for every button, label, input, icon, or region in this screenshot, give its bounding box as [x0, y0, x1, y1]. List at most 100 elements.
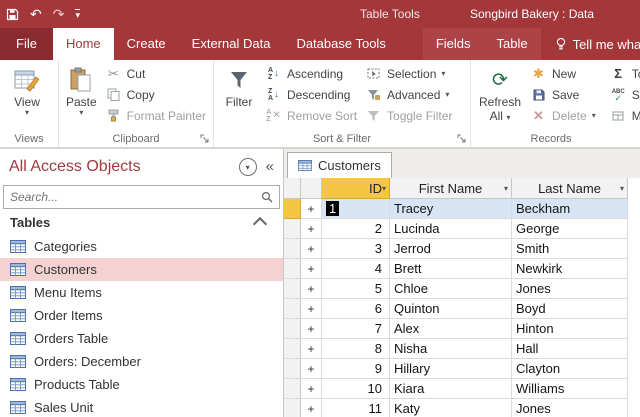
cell-first-name[interactable]: Kiara — [390, 379, 512, 399]
spelling-button[interactable]: ABC✓ Spelling — [606, 84, 640, 105]
row-selector[interactable] — [284, 219, 301, 239]
nav-pane-menu-icon[interactable]: ▾ — [239, 158, 257, 176]
clipboard-dialog-launcher-icon[interactable] — [200, 134, 210, 144]
cell-first-name[interactable]: Brett — [390, 259, 512, 279]
advanced-button[interactable]: Advanced ▾ — [361, 84, 456, 105]
cell-id[interactable]: 8 — [322, 339, 390, 359]
sidebar-item-categories[interactable]: Categories — [0, 235, 283, 258]
expand-row-button[interactable]: + — [301, 259, 322, 279]
view-button[interactable]: View ▾ — [3, 62, 51, 117]
cell-last-name[interactable]: Smith — [512, 239, 628, 259]
refresh-all-button[interactable]: ⟳ Refresh All ▾ — [474, 62, 526, 123]
customize-qat-icon[interactable]: ▾ — [75, 9, 80, 19]
cell-last-name[interactable]: Hall — [512, 339, 628, 359]
cell-id[interactable]: 11 — [322, 399, 390, 417]
cell-id[interactable]: 5 — [322, 279, 390, 299]
search-input[interactable] — [4, 190, 255, 204]
sidebar-item-products-table[interactable]: Products Table — [0, 373, 283, 396]
cell-id[interactable]: 3 — [322, 239, 390, 259]
cell-first-name[interactable]: Quinton — [390, 299, 512, 319]
expand-row-button[interactable]: + — [301, 379, 322, 399]
new-record-button[interactable]: ✱ New — [526, 63, 600, 84]
column-header-first-name[interactable]: First Name ▾ — [390, 178, 512, 199]
nav-section-tables[interactable]: Tables — [0, 209, 283, 235]
sidebar-item-sales-unit[interactable]: Sales Unit — [0, 396, 283, 417]
cell-id[interactable]: 10 — [322, 379, 390, 399]
undo-icon[interactable]: ↶ — [30, 0, 42, 28]
tab-create[interactable]: Create — [114, 28, 179, 60]
cell-last-name[interactable]: George — [512, 219, 628, 239]
sidebar-item-order-items[interactable]: Order Items — [0, 304, 283, 327]
filter-dropdown-icon[interactable]: ▾ — [620, 185, 624, 193]
expand-row-button[interactable]: + — [301, 299, 322, 319]
filter-dropdown-icon[interactable]: ▾ — [504, 185, 508, 193]
row-selector[interactable] — [284, 239, 301, 259]
document-tab-customers[interactable]: Customers — [287, 152, 392, 178]
ascending-button[interactable]: AZ↓ Ascending — [261, 63, 361, 84]
cell-last-name[interactable]: Williams — [512, 379, 628, 399]
cell-id[interactable]: 4 — [322, 259, 390, 279]
remove-sort-button[interactable]: AZ✕ Remove Sort — [261, 105, 361, 126]
cell-id[interactable]: 6 — [322, 299, 390, 319]
cell-first-name[interactable]: Tracey — [390, 199, 512, 219]
cut-button[interactable]: ✂ Cut — [101, 63, 210, 84]
row-selector[interactable] — [284, 359, 301, 379]
row-selector[interactable] — [284, 319, 301, 339]
copy-button[interactable]: Copy — [101, 84, 210, 105]
save-icon[interactable] — [6, 8, 19, 21]
cell-last-name[interactable]: Hinton — [512, 319, 628, 339]
cell-first-name[interactable]: Chloe — [390, 279, 512, 299]
collapse-pane-icon[interactable]: « — [266, 159, 274, 175]
sort-filter-dialog-launcher-icon[interactable] — [457, 134, 467, 144]
column-header-id[interactable]: ID ▾ — [322, 178, 390, 199]
row-selector[interactable] — [284, 379, 301, 399]
descending-button[interactable]: ZA↓ Descending — [261, 84, 361, 105]
tab-table[interactable]: Table — [484, 28, 541, 60]
expand-row-button[interactable]: + — [301, 359, 322, 379]
cell-last-name[interactable]: Newkirk — [512, 259, 628, 279]
tab-file[interactable]: File — [0, 28, 53, 60]
selection-button[interactable]: Selection ▾ — [361, 63, 456, 84]
tab-home[interactable]: Home — [53, 28, 114, 60]
cell-id[interactable]: 7 — [322, 319, 390, 339]
cell-first-name[interactable]: Alex — [390, 319, 512, 339]
cell-last-name[interactable]: Boyd — [512, 299, 628, 319]
expand-row-button[interactable]: + — [301, 199, 322, 219]
more-button[interactable]: More ▾ — [606, 105, 640, 126]
chevron-up-icon[interactable] — [253, 216, 267, 230]
column-header-last-name[interactable]: Last Name ▾ — [512, 178, 628, 199]
cell-id[interactable]: 1 — [322, 199, 390, 219]
format-painter-button[interactable]: Format Painter — [101, 105, 210, 126]
expand-row-button[interactable]: + — [301, 319, 322, 339]
row-selector[interactable] — [284, 299, 301, 319]
cell-id[interactable]: 9 — [322, 359, 390, 379]
redo-icon[interactable]: ↷ — [53, 0, 65, 28]
row-selector[interactable] — [284, 279, 301, 299]
cell-first-name[interactable]: Hillary — [390, 359, 512, 379]
cell-last-name[interactable]: Jones — [512, 279, 628, 299]
expand-row-button[interactable]: + — [301, 239, 322, 259]
cell-last-name[interactable]: Jones — [512, 399, 628, 417]
cell-last-name[interactable]: Clayton — [512, 359, 628, 379]
tab-external-data[interactable]: External Data — [179, 28, 284, 60]
expand-row-button[interactable]: + — [301, 399, 322, 417]
sidebar-item-orders-december[interactable]: Orders: December — [0, 350, 283, 373]
row-selector[interactable] — [284, 199, 301, 219]
filter-dropdown-icon[interactable]: ▾ — [382, 185, 386, 193]
cell-first-name[interactable]: Nisha — [390, 339, 512, 359]
row-selector[interactable] — [284, 259, 301, 279]
tab-fields[interactable]: Fields — [423, 28, 484, 60]
cell-last-name[interactable]: Beckham — [512, 199, 628, 219]
select-all-corner[interactable] — [284, 178, 301, 199]
row-selector[interactable] — [284, 339, 301, 359]
totals-button[interactable]: Σ Totals — [606, 63, 640, 84]
tell-me-box[interactable]: Tell me what you w — [555, 28, 640, 60]
cell-id[interactable]: 2 — [322, 219, 390, 239]
cell-first-name[interactable]: Lucinda — [390, 219, 512, 239]
tab-database-tools[interactable]: Database Tools — [283, 28, 398, 60]
cell-first-name[interactable]: Jerrod — [390, 239, 512, 259]
sidebar-item-menu-items[interactable]: Menu Items — [0, 281, 283, 304]
save-record-button[interactable]: Save — [526, 84, 600, 105]
filter-button[interactable]: Filter — [217, 62, 261, 109]
cell-first-name[interactable]: Katy — [390, 399, 512, 417]
